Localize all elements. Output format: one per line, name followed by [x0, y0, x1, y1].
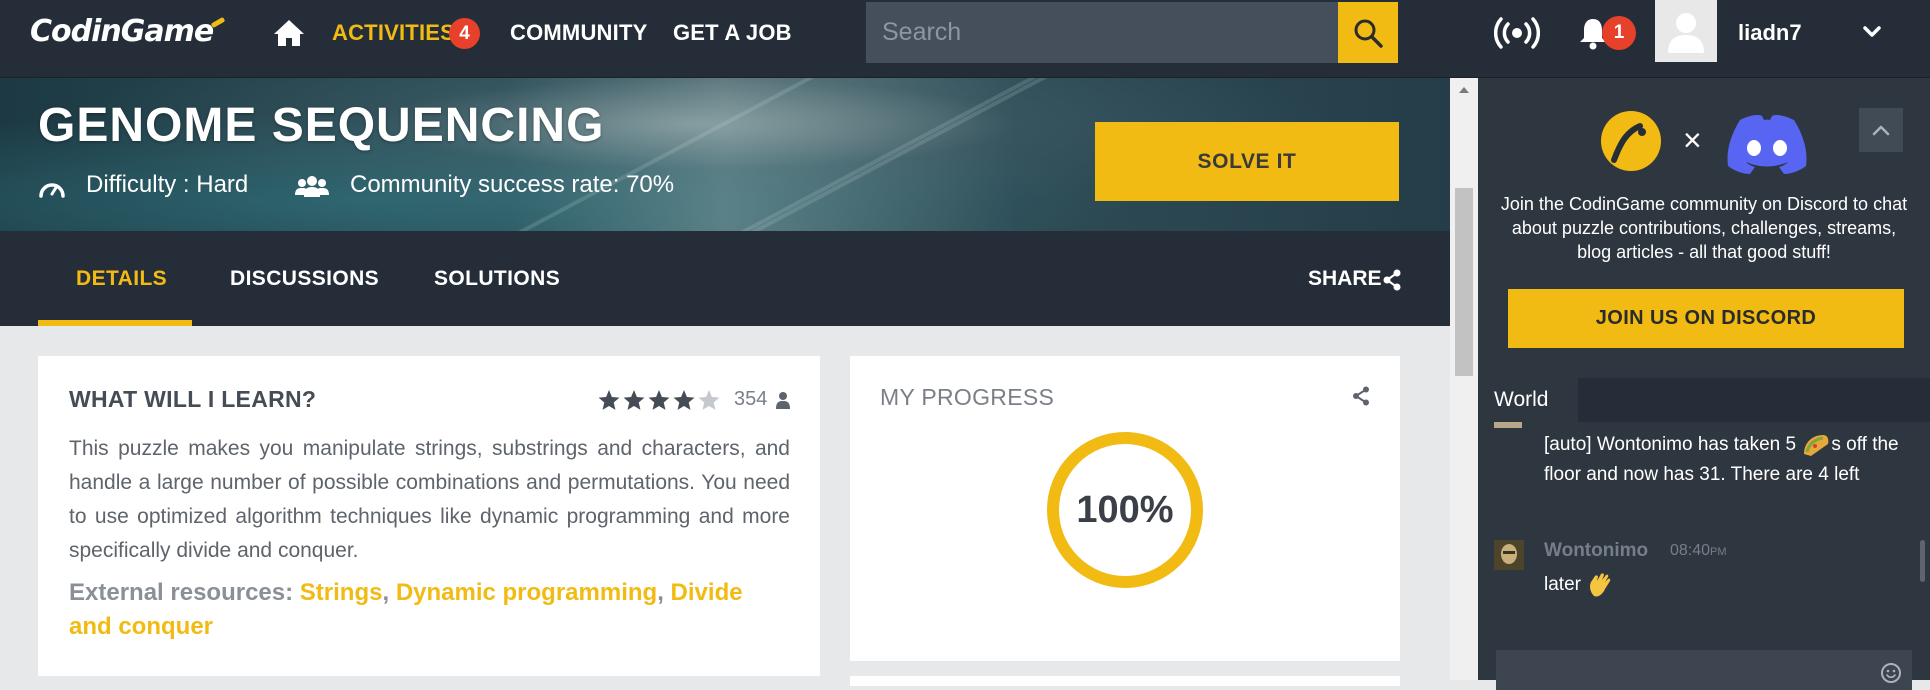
progress-card: MY PROGRESS 100%	[850, 356, 1400, 661]
puzzle-banner: GENOME SEQUENCING Difficulty : Hard Comm…	[0, 78, 1450, 231]
progress-value: 100%	[1076, 489, 1174, 531]
chat-message-auto: [auto] Wontonimo has taken 5 s off the f…	[1544, 430, 1914, 490]
star-icon	[623, 390, 645, 410]
tab-discussions[interactable]: DISCUSSIONS	[230, 267, 379, 291]
codingame-logo[interactable]: CodinGame	[30, 14, 226, 49]
waving-hand-emoji-icon	[1590, 573, 1611, 597]
discord-logo	[1727, 115, 1807, 174]
page-scrollbar[interactable]	[1450, 78, 1478, 680]
user-avatar-icon	[1668, 13, 1704, 53]
emoji-icon[interactable]	[1880, 662, 1902, 684]
chat-tabs: World	[1478, 378, 1930, 422]
gauge-icon	[39, 183, 65, 198]
tab-solutions[interactable]: SOLUTIONS	[434, 267, 560, 291]
tab-active-indicator	[38, 320, 192, 326]
rating-count: 354	[734, 388, 768, 410]
page-scrollbar-thumb[interactable]	[1455, 188, 1473, 376]
difficulty-label: Difficulty : Hard	[86, 171, 249, 198]
share-button[interactable]: SHARE	[1308, 267, 1382, 291]
discord-promo: × Join the CodinGame community on Discor…	[1478, 78, 1930, 378]
times-symbol: ×	[1683, 122, 1702, 158]
success-rate-label: Community success rate: 70%	[350, 171, 675, 198]
search-button[interactable]	[1338, 2, 1398, 63]
rating-stars	[598, 390, 720, 410]
collapse-button[interactable]	[1859, 108, 1903, 152]
chat-avatar[interactable]	[1494, 540, 1524, 570]
nav-community[interactable]: COMMUNITY	[510, 20, 647, 46]
resources-label: External resources:	[69, 579, 294, 606]
chat-time-suffix: PM	[1710, 546, 1727, 558]
learn-card: WHAT WILL I LEARN? 354 This puzzle makes…	[38, 356, 820, 676]
nav-activities[interactable]: ACTIVITIES	[332, 20, 455, 46]
join-discord-button[interactable]: JOIN US ON DISCORD	[1508, 289, 1904, 348]
users-icon	[295, 176, 329, 197]
chevron-down-icon[interactable]	[1862, 24, 1882, 40]
next-card	[850, 676, 1400, 686]
star-icon	[598, 390, 620, 410]
top-navbar: CodinGame ACTIVITIES 4 COMMUNITY GET A J…	[0, 0, 1930, 78]
chat-messages: [auto] Wontonimo has taken 5 s off the f…	[1478, 422, 1930, 690]
chat-input[interactable]	[1496, 650, 1912, 690]
resource-separator: ,	[657, 579, 664, 606]
share-icon[interactable]	[1352, 386, 1370, 406]
side-panel: × Join the CodinGame community on Discor…	[1478, 78, 1930, 690]
user-avatar-image	[1494, 540, 1524, 570]
chat-timestamp: 08:40PM	[1670, 542, 1727, 560]
chat-message: later	[1544, 570, 1616, 600]
chat-scrollbar-thumb[interactable]	[1920, 540, 1925, 582]
chat-username[interactable]: Wontonimo	[1544, 540, 1648, 562]
puzzle-tabs: DETAILS DISCUSSIONS SOLUTIONS SHARE	[0, 231, 1450, 326]
chat-time-value: 08:40	[1670, 542, 1711, 559]
avatar[interactable]	[1655, 0, 1717, 62]
search-icon	[1354, 19, 1383, 48]
star-icon	[648, 390, 670, 410]
chat-message-text: [auto] Wontonimo has taken 5	[1544, 434, 1797, 455]
chat-message-text: later	[1544, 574, 1581, 596]
external-resources: External resources: Strings, Dynamic pro…	[69, 576, 790, 644]
chat-avatar	[1494, 422, 1522, 428]
chat-tab-world[interactable]: World	[1478, 378, 1578, 422]
page-title: GENOME SEQUENCING	[38, 99, 605, 152]
tab-details[interactable]: DETAILS	[76, 267, 167, 291]
discord-promo-text: Join the CodinGame community on Discord …	[1500, 194, 1908, 262]
scroll-up-arrow-icon[interactable]	[1458, 86, 1470, 94]
nav-get-a-job[interactable]: GET A JOB	[673, 20, 792, 46]
codingame-logo	[1601, 111, 1661, 171]
username[interactable]: liadn7	[1738, 20, 1802, 46]
person-icon	[776, 392, 790, 409]
notifications-count-badge: 1	[1602, 16, 1636, 50]
star-icon	[673, 390, 695, 410]
resource-link-dynamic-programming[interactable]: Dynamic programming	[396, 579, 657, 606]
resource-link-strings[interactable]: Strings	[300, 579, 383, 606]
broadcast-icon[interactable]	[1494, 16, 1540, 50]
share-icon[interactable]	[1382, 269, 1402, 291]
learn-title: WHAT WILL I LEARN?	[69, 386, 317, 412]
progress-title: MY PROGRESS	[880, 384, 1055, 410]
learn-description: This puzzle makes you manipulate strings…	[69, 437, 790, 562]
chevron-up-icon	[1872, 125, 1890, 136]
taco-emoji-icon	[1804, 434, 1829, 456]
resource-separator: ,	[382, 579, 390, 606]
star-icon	[698, 390, 720, 410]
solve-it-button[interactable]: SOLVE IT	[1095, 122, 1399, 201]
search-input[interactable]	[866, 2, 1338, 63]
activities-count-badge: 4	[449, 18, 480, 49]
home-icon[interactable]	[272, 18, 306, 48]
